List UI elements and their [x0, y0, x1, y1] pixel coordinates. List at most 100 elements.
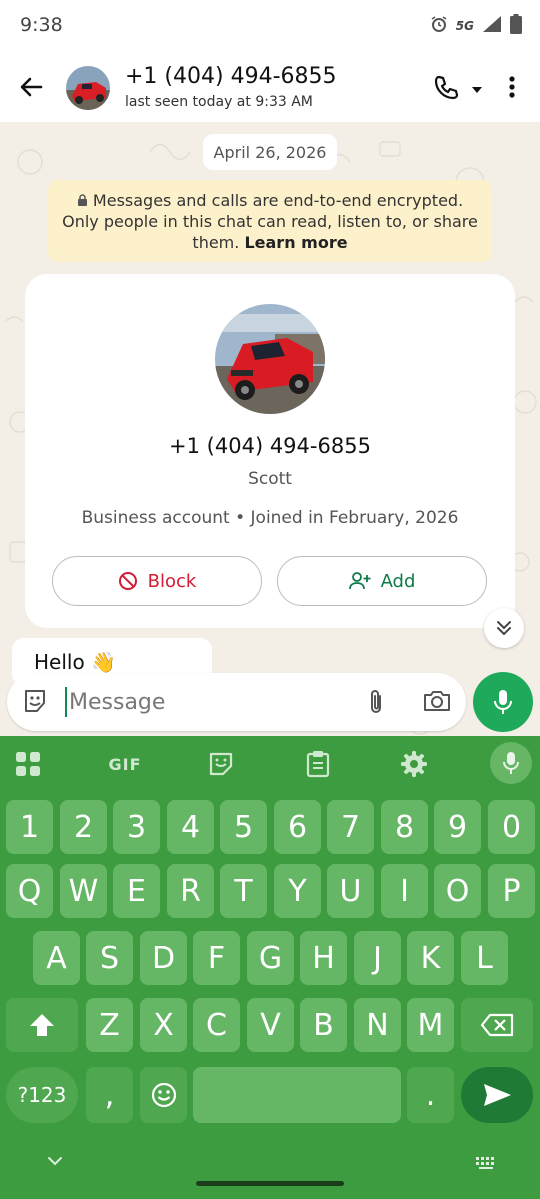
key-l[interactable]: L	[461, 931, 508, 985]
back-arrow-icon	[20, 77, 43, 97]
key-7[interactable]: 7	[327, 800, 374, 854]
message-input[interactable]	[67, 683, 347, 721]
block-label: Block	[147, 570, 197, 592]
status-time: 9:38	[20, 14, 63, 36]
block-button[interactable]: Block	[52, 556, 262, 606]
key-x[interactable]: X	[140, 998, 187, 1052]
key-k[interactable]: K	[407, 931, 454, 985]
gif-label: GIF	[108, 754, 142, 774]
key-8[interactable]: 8	[381, 800, 428, 854]
key-s[interactable]: S	[86, 931, 133, 985]
gesture-nav-handle[interactable]	[196, 1181, 344, 1186]
shift-arrow-icon	[30, 1014, 54, 1036]
contact-name[interactable]: +1 (404) 494-6855	[125, 64, 337, 89]
key-m[interactable]: M	[407, 998, 454, 1052]
clipboard-icon	[306, 751, 330, 778]
key-1[interactable]: 1	[6, 800, 53, 854]
send-arrow-icon	[484, 1084, 511, 1106]
key-g[interactable]: G	[247, 931, 294, 985]
key-5[interactable]: 5	[220, 800, 267, 854]
key-b[interactable]: B	[300, 998, 347, 1052]
chevron-down-icon	[48, 1157, 62, 1166]
camera-icon	[424, 691, 450, 711]
key-3[interactable]: 3	[113, 800, 160, 854]
encryption-notice[interactable]: Messages and calls are end-to-end encryp…	[48, 180, 492, 262]
keyboard-switcher-button[interactable]	[474, 1155, 498, 1171]
battery-icon	[510, 13, 522, 39]
add-label: Add	[380, 570, 416, 592]
sticker-icon	[209, 752, 233, 776]
business-phone-number: +1 (404) 494-6855	[169, 434, 371, 458]
key-v[interactable]: V	[247, 998, 294, 1052]
send-key[interactable]	[461, 1067, 533, 1123]
key-p[interactable]: P	[488, 864, 535, 918]
message-composer	[7, 673, 466, 731]
keyboard-settings-button[interactable]	[398, 746, 430, 782]
key-9[interactable]: 9	[434, 800, 481, 854]
comma-key[interactable]: ,	[86, 1067, 133, 1123]
more-vert-icon	[509, 76, 515, 98]
key-t[interactable]: T	[220, 864, 267, 918]
scroll-to-bottom-button[interactable]	[484, 608, 524, 648]
key-d[interactable]: D	[140, 931, 187, 985]
key-w[interactable]: W	[60, 864, 107, 918]
sticker-button[interactable]	[21, 687, 51, 717]
red-truck-photo	[215, 304, 325, 414]
attach-button[interactable]	[364, 687, 392, 717]
key-q[interactable]: Q	[6, 864, 53, 918]
voice-typing-button[interactable]	[490, 742, 532, 784]
key-4[interactable]: 4	[167, 800, 214, 854]
gif-button[interactable]: GIF	[100, 746, 150, 782]
call-options-button[interactable]	[470, 82, 486, 94]
key-c[interactable]: C	[193, 998, 240, 1052]
add-contact-button[interactable]: Add	[277, 556, 487, 606]
key-h[interactable]: H	[300, 931, 347, 985]
smiley-icon	[151, 1082, 176, 1108]
learn-more-link[interactable]: Learn more	[244, 233, 347, 252]
key-r[interactable]: R	[167, 864, 214, 918]
alarm-icon	[430, 15, 448, 38]
hide-keyboard-button[interactable]	[44, 1154, 66, 1168]
key-a[interactable]: A	[33, 931, 80, 985]
add-person-icon	[348, 572, 371, 590]
key-6[interactable]: 6	[274, 800, 321, 854]
key-0[interactable]: 0	[488, 800, 535, 854]
business-info-card: +1 (404) 494-6855 Scott Business account…	[25, 274, 515, 628]
contact-avatar[interactable]	[66, 66, 110, 110]
microphone-icon	[494, 690, 512, 714]
voice-message-button[interactable]	[473, 672, 533, 732]
period-key[interactable]: .	[407, 1067, 454, 1123]
backspace-key[interactable]	[461, 998, 533, 1052]
key-y[interactable]: Y	[274, 864, 321, 918]
red-truck-photo	[66, 66, 110, 110]
keyboard-sticker-button[interactable]	[205, 746, 237, 782]
business-account-info: Business account • Joined in February, 2…	[81, 508, 459, 528]
apps-grid-button[interactable]	[12, 746, 44, 782]
more-options-button[interactable]	[500, 72, 524, 102]
space-bar[interactable]	[193, 1067, 401, 1123]
key-u[interactable]: U	[327, 864, 374, 918]
key-e[interactable]: E	[113, 864, 160, 918]
back-button[interactable]	[16, 72, 46, 102]
shift-key[interactable]	[6, 998, 78, 1052]
camera-button[interactable]	[422, 687, 454, 717]
key-j[interactable]: J	[354, 931, 401, 985]
clipboard-button[interactable]	[302, 746, 334, 782]
signal-icon	[482, 15, 502, 38]
key-2[interactable]: 2	[60, 800, 107, 854]
business-profile-photo[interactable]	[215, 304, 325, 414]
key-z[interactable]: Z	[86, 998, 133, 1052]
symbols-key[interactable]: ?123	[6, 1067, 78, 1123]
key-o[interactable]: O	[434, 864, 481, 918]
block-icon	[118, 572, 137, 590]
emoji-key[interactable]	[140, 1067, 187, 1123]
keyboard-icon	[476, 1157, 494, 1169]
key-f[interactable]: F	[193, 931, 240, 985]
double-chevron-down-icon	[497, 621, 511, 636]
voice-call-button[interactable]	[432, 74, 462, 104]
chat-area[interactable]: April 26, 2026 Messages and calls are en…	[0, 122, 540, 738]
paperclip-icon	[371, 690, 381, 713]
key-n[interactable]: N	[354, 998, 401, 1052]
phone-icon	[434, 75, 459, 100]
key-i[interactable]: I	[381, 864, 428, 918]
